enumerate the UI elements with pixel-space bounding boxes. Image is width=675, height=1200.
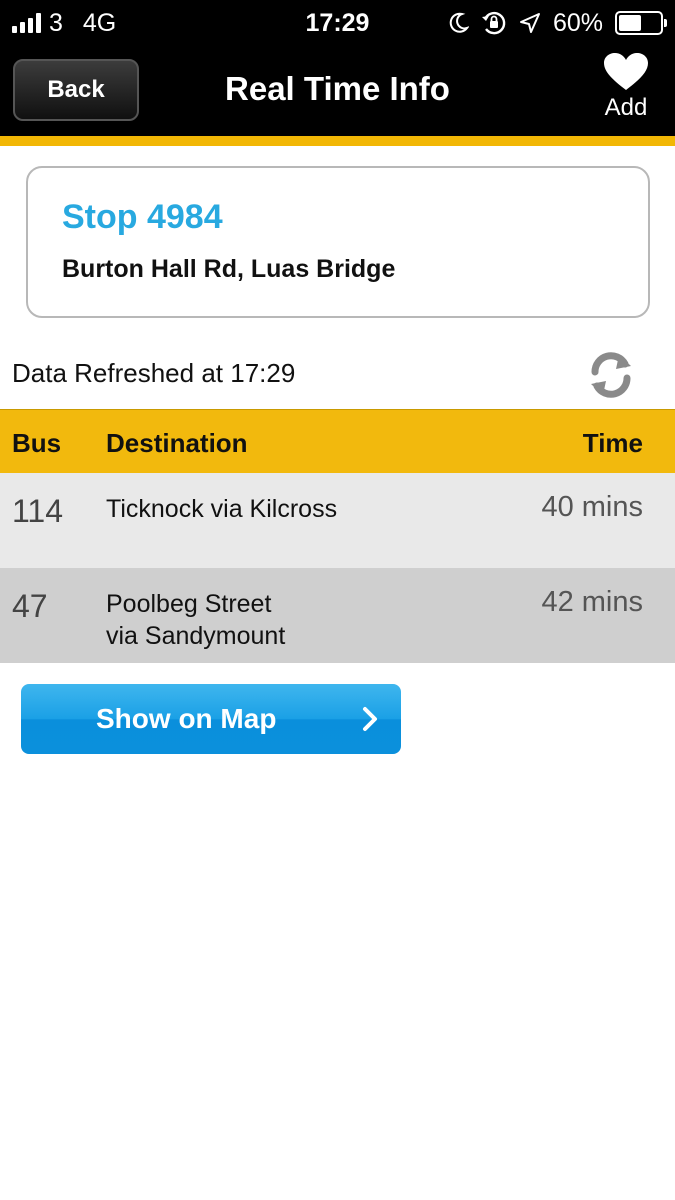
- stop-name: Burton Hall Rd, Luas Bridge: [62, 255, 396, 283]
- bus-number: 114: [12, 493, 64, 529]
- add-label: Add: [604, 94, 648, 121]
- table-header: Bus Destination Time: [0, 409, 675, 473]
- nav-accent-stripe: [0, 136, 675, 146]
- column-header-destination: Destination: [106, 428, 248, 458]
- arrival-time: 40 mins: [541, 491, 643, 523]
- arrival-time: 42 mins: [541, 586, 643, 618]
- status-bar: 3 4G 17:29 60%: [0, 0, 675, 46]
- show-on-map-label: Show on Map: [96, 703, 277, 734]
- network-type: 4G: [82, 8, 117, 37]
- stop-number: Stop 4984: [62, 198, 223, 236]
- status-right: 60%: [449, 8, 667, 38]
- battery-fill: [619, 15, 642, 31]
- battery-percent: 60%: [552, 8, 603, 37]
- heart-icon: [604, 53, 648, 90]
- column-header-bus: Bus: [12, 428, 62, 458]
- destination-line: Ticknock via Kilcross: [106, 495, 338, 523]
- destination-line: via Sandymount: [106, 622, 286, 650]
- stop-card: Stop 4984 Burton Hall Rd, Luas Bridge: [26, 166, 650, 318]
- refresh-row: Data Refreshed at 17:29: [0, 346, 675, 408]
- orientation-lock-icon: [481, 11, 506, 35]
- refresh-icon[interactable]: [585, 350, 637, 400]
- data-refreshed-text: Data Refreshed at 17:29: [12, 358, 296, 388]
- destination: Ticknock via Kilcross: [106, 493, 337, 525]
- page-title: Real Time Info: [225, 70, 450, 107]
- chevron-right-icon: [363, 707, 377, 731]
- add-favourite-button[interactable]: Add: [591, 52, 661, 130]
- show-on-map-button[interactable]: Show on Map: [21, 684, 401, 754]
- destination: Poolbeg Street via Sandymount: [106, 588, 285, 652]
- back-button[interactable]: Back: [13, 59, 139, 121]
- carrier-name: 3: [49, 8, 63, 37]
- nav-bar: Back Real Time Info Add: [0, 46, 675, 136]
- signal-strength-icon: [12, 13, 41, 33]
- status-left: 3 4G: [12, 8, 116, 38]
- battery-icon: [615, 11, 667, 35]
- moon-icon: [449, 12, 469, 33]
- column-header-time: Time: [582, 428, 643, 458]
- table-row[interactable]: 114 Ticknock via Kilcross 40 mins: [0, 473, 675, 568]
- location-arrow-icon: [519, 13, 540, 33]
- bus-number: 47: [12, 588, 48, 624]
- destination-line: Poolbeg Street: [106, 590, 272, 618]
- table-row[interactable]: 47 Poolbeg Street via Sandymount 42 mins: [0, 568, 675, 663]
